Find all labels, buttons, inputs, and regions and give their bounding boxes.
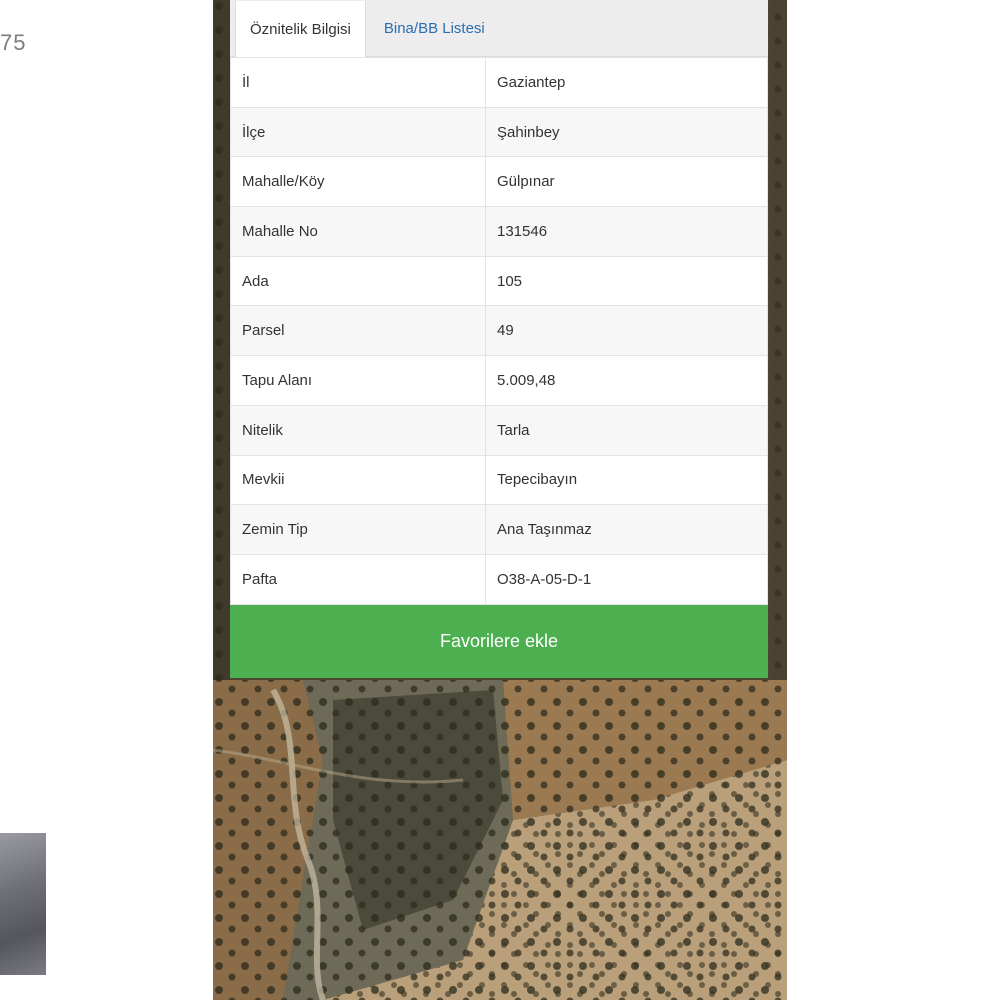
cropped-side-image bbox=[0, 833, 46, 975]
parcel-info-sheet: Öznitelik Bilgisi Bina/BB Listesi İl Gaz… bbox=[230, 0, 768, 678]
attribute-key: Nitelik bbox=[230, 404, 486, 456]
tab-building-list[interactable]: Bina/BB Listesi bbox=[366, 0, 499, 56]
attribute-key: Mevkii bbox=[230, 454, 486, 506]
table-row: Pafta O38-A-05-D-1 bbox=[230, 553, 768, 605]
attribute-value: 5.009,48 bbox=[485, 355, 768, 406]
attribute-table: İl Gaziantep İlçe Şahinbey Mahalle/Köy G… bbox=[230, 57, 768, 605]
attribute-key: Parsel bbox=[230, 305, 486, 357]
attribute-key: Tapu Alanı bbox=[230, 355, 486, 406]
attribute-value: O38-A-05-D-1 bbox=[485, 553, 768, 605]
attribute-key: Pafta bbox=[230, 553, 486, 605]
table-row: Parsel 49 bbox=[230, 305, 768, 357]
table-row: Nitelik Tarla bbox=[230, 404, 768, 456]
phone-screen: Öznitelik Bilgisi Bina/BB Listesi İl Gaz… bbox=[213, 0, 787, 1000]
attribute-key: Zemin Tip bbox=[230, 504, 486, 555]
attribute-value: Tepecibayın bbox=[485, 454, 768, 506]
table-row: Mevkii Tepecibayın bbox=[230, 454, 768, 506]
attribute-value: Tarla bbox=[485, 404, 768, 456]
table-row: Tapu Alanı 5.009,48 bbox=[230, 355, 768, 406]
attribute-key: İl bbox=[230, 57, 486, 108]
attribute-value: Şahinbey bbox=[485, 106, 768, 158]
table-row: Ada 105 bbox=[230, 255, 768, 307]
table-row: İl Gaziantep bbox=[230, 57, 768, 108]
table-row: İlçe Şahinbey bbox=[230, 106, 768, 158]
attribute-value: Ana Taşınmaz bbox=[485, 504, 768, 555]
add-to-favorites-button[interactable]: Favorilere ekle bbox=[230, 604, 768, 678]
table-row: Mahalle No 131546 bbox=[230, 206, 768, 257]
tab-attribute-info[interactable]: Öznitelik Bilgisi bbox=[235, 1, 366, 57]
attribute-value: 131546 bbox=[485, 206, 768, 257]
attribute-value: Gülpınar bbox=[485, 156, 768, 208]
table-row: Zemin Tip Ana Taşınmaz bbox=[230, 504, 768, 555]
attribute-value: Gaziantep bbox=[485, 57, 768, 108]
attribute-key: Mahalle/Köy bbox=[230, 156, 486, 208]
attribute-value: 49 bbox=[485, 305, 768, 357]
attribute-key: Mahalle No bbox=[230, 206, 486, 257]
attribute-key: İlçe bbox=[230, 106, 486, 158]
attribute-value: 105 bbox=[485, 255, 768, 307]
attribute-key: Ada bbox=[230, 255, 486, 307]
cropped-side-text: 75 bbox=[0, 30, 27, 55]
page: 75 Öznitelik Bilgisi Bina/BB Listesi İl … bbox=[0, 0, 1000, 1000]
tab-bar: Öznitelik Bilgisi Bina/BB Listesi bbox=[230, 0, 768, 57]
table-row: Mahalle/Köy Gülpınar bbox=[230, 156, 768, 208]
